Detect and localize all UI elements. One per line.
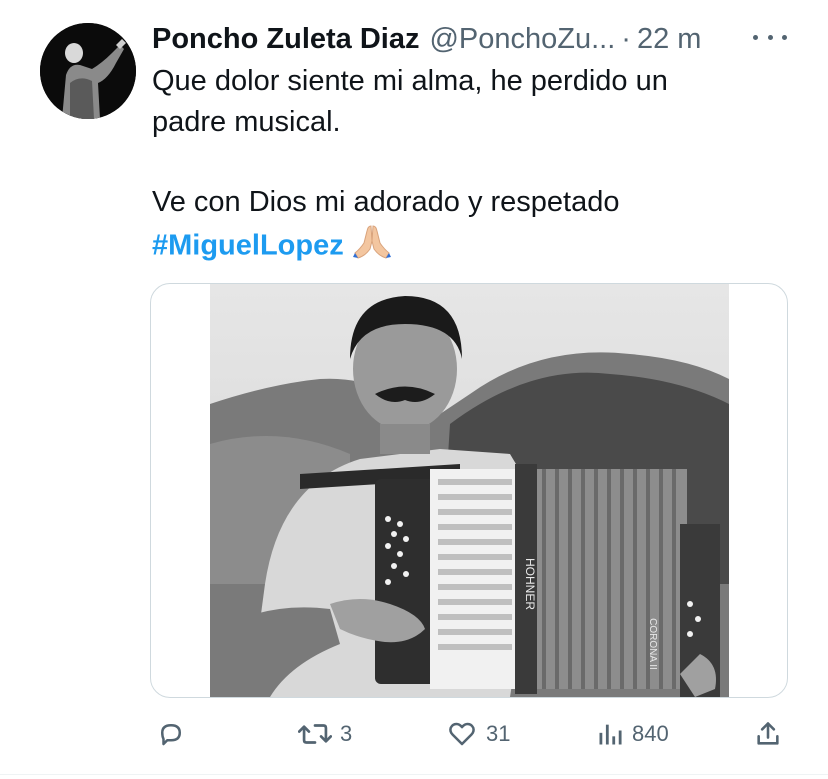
author-name[interactable]: Poncho Zuleta Diaz — [152, 23, 419, 56]
tweet-time[interactable]: 22 m — [637, 23, 701, 56]
tweet-text: Que dolor siente mi alma, he perdido un … — [152, 61, 802, 271]
folded-hands-icon — [352, 223, 392, 271]
accordion-brand: HOHNER — [523, 558, 537, 610]
author-handle[interactable]: @PonchoZu... — [429, 23, 615, 56]
like-button[interactable]: 31 — [446, 712, 510, 756]
retweet-icon — [298, 724, 332, 744]
hashtag-line: #MiguelLopez — [152, 223, 802, 271]
avatar[interactable] — [40, 23, 136, 119]
views-count: 840 — [632, 721, 669, 746]
action-bar: 3 31 840 — [0, 712, 828, 756]
views-icon — [599, 724, 622, 745]
like-count: 31 — [486, 721, 511, 746]
tweet-media[interactable]: HOHNER CORONA II — [150, 283, 788, 698]
hashtag-link[interactable]: #MiguelLopez — [152, 230, 344, 262]
views-button[interactable]: 840 — [596, 712, 669, 756]
reply-icon — [161, 724, 181, 746]
media-photo: HOHNER CORONA II — [210, 284, 729, 697]
more-icon[interactable] — [753, 22, 787, 52]
share-button[interactable] — [754, 712, 782, 756]
tweet-text-line: Que dolor siente mi alma, he perdido un — [152, 65, 668, 97]
divider — [0, 774, 828, 775]
share-icon — [757, 722, 779, 745]
tweet-text-line: padre musical. — [152, 106, 341, 138]
separator-dot: · — [621, 22, 631, 55]
retweet-count: 3 — [340, 721, 353, 746]
like-icon — [449, 722, 475, 746]
tweet-text-line: Ve con Dios mi adorado y respetado — [152, 186, 620, 218]
accordion-model: CORONA II — [647, 618, 658, 670]
reply-button[interactable] — [156, 712, 194, 756]
avatar-image — [40, 23, 136, 119]
tweet-header: Poncho Zuleta Diaz @PonchoZu... · 22 m — [152, 20, 792, 58]
retweet-button[interactable]: 3 — [298, 712, 352, 756]
